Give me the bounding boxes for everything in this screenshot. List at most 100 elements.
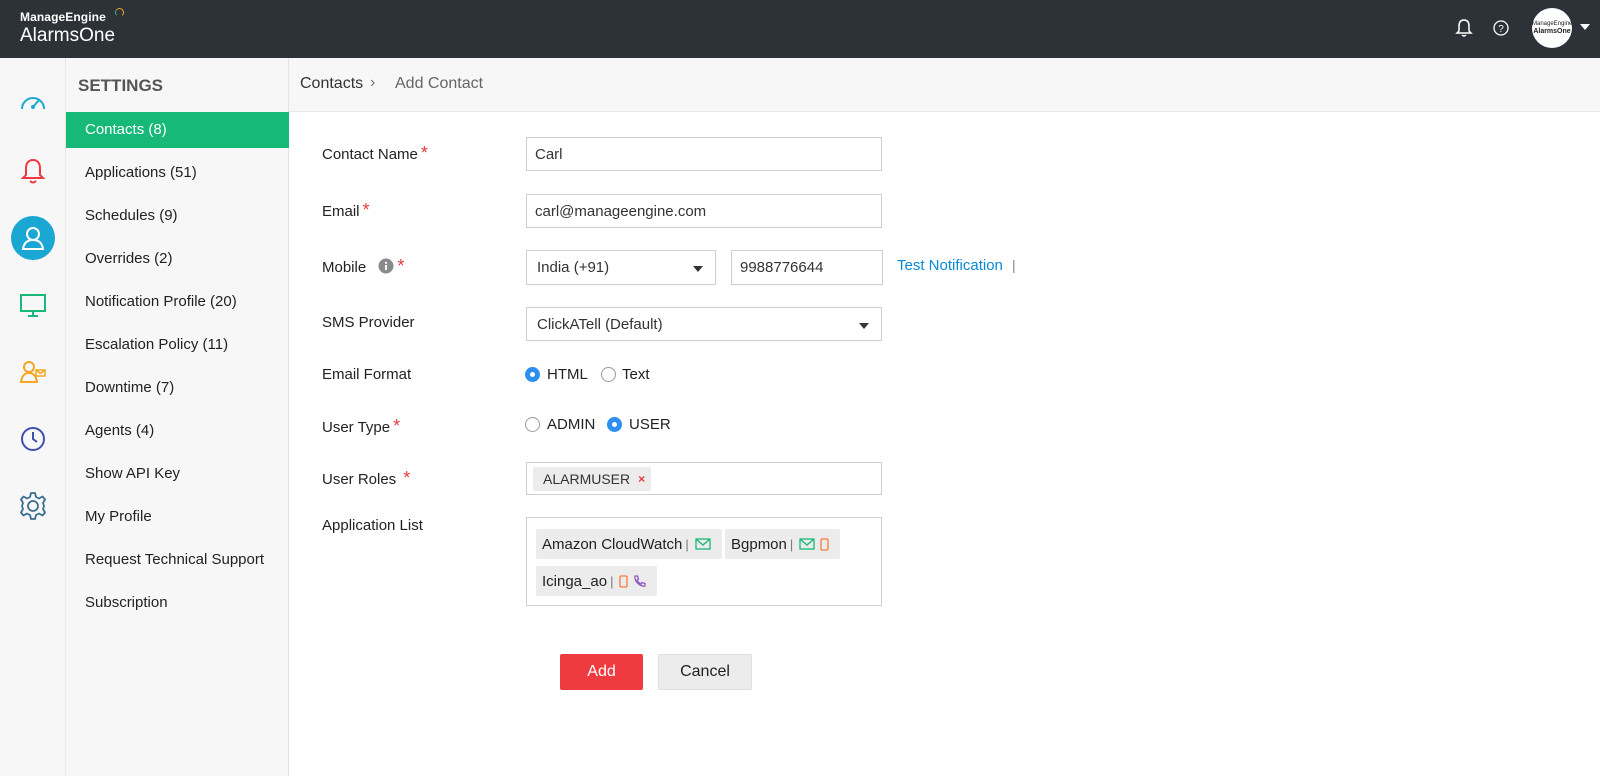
app-logo[interactable]: ManageEngine AlarmsOne: [20, 8, 125, 47]
cancel-button[interactable]: Cancel: [658, 654, 752, 690]
sidebar-item-overrides[interactable]: Overrides (2): [66, 241, 289, 277]
mobile-label-text: Mobile: [322, 259, 367, 276]
info-icon[interactable]: [378, 258, 394, 278]
chip-divider: |: [789, 536, 794, 552]
sidebar-item-downtime[interactable]: Downtime (7): [66, 370, 289, 406]
mobile-icon: [619, 574, 629, 588]
top-bar: ManageEngine AlarmsOne ? ManageEngine Al…: [0, 0, 1600, 58]
app-chip-name: Bgpmon: [731, 535, 787, 553]
logo-swirl-icon: [115, 8, 125, 17]
email-format-text-label[interactable]: Text: [622, 366, 650, 383]
chevron-down-icon: [693, 266, 703, 272]
chevron-down-icon: [859, 323, 869, 329]
sidebar-item-my-profile[interactable]: My Profile: [66, 499, 289, 535]
app-chip-bgpmon: Bgpmon |: [725, 529, 841, 559]
sidebar-item-contacts[interactable]: Contacts (8): [66, 112, 289, 148]
required-mark: *: [403, 468, 411, 488]
phone-icon: [634, 574, 647, 587]
required-mark: *: [420, 143, 428, 163]
user-roles-input[interactable]: ALARMUSER ×: [526, 462, 882, 495]
help-icon[interactable]: ?: [1490, 17, 1512, 39]
app-chip-icinga-ao: Icinga_ao |: [536, 566, 658, 596]
email-value: carl@manageengine.com: [535, 202, 707, 220]
dashboard-icon[interactable]: [11, 82, 55, 126]
svg-text:?: ?: [1498, 24, 1504, 35]
user-icon[interactable]: [11, 216, 55, 260]
email-format-label: Email Format: [322, 366, 412, 383]
user-type-admin-label[interactable]: ADMIN: [547, 416, 595, 433]
avatar[interactable]: ManageEngine AlarmsOne: [1532, 8, 1572, 48]
app-chip-name: Icinga_ao: [542, 572, 608, 590]
mobile-number-input[interactable]: 9988776644: [731, 250, 883, 285]
user-roles-label: User Roles *: [322, 468, 410, 489]
sidebar-item-show-api-key[interactable]: Show API Key: [66, 456, 289, 492]
country-code-select[interactable]: India (+91): [526, 250, 716, 285]
sidebar-title: SETTINGS: [78, 76, 164, 95]
breadcrumb-contacts-link[interactable]: Contacts: [300, 75, 363, 93]
logo-product: AlarmsOne: [20, 25, 116, 46]
test-notification-link[interactable]: Test Notification: [897, 257, 1003, 274]
account-caret-icon[interactable]: [1580, 24, 1590, 30]
mobile-icon: [820, 537, 829, 551]
add-button[interactable]: Add: [560, 654, 643, 690]
mobile-label: Mobile *: [322, 256, 404, 278]
email-icon: [799, 538, 815, 550]
sidebar-item-escalation-policy[interactable]: Escalation Policy (11): [66, 327, 289, 363]
settings-sidebar: SETTINGS Contacts (8) Applications (51) …: [66, 58, 289, 776]
role-tag-label: ALARMUSER: [543, 470, 631, 487]
user-roles-label-text: User Roles: [322, 471, 397, 488]
contact-name-input[interactable]: Carl: [526, 137, 882, 171]
breadcrumb-separator: ›: [370, 74, 376, 91]
users-icon[interactable]: [11, 350, 55, 394]
sidebar-item-schedules[interactable]: Schedules (9): [66, 198, 289, 234]
contact-name-label: Contact Name *: [322, 143, 428, 164]
user-type-label: User Type *: [322, 416, 400, 437]
logo-brand: ManageEngine: [20, 8, 125, 24]
email-icon: [695, 538, 711, 550]
sidebar-item-agents[interactable]: Agents (4): [66, 413, 289, 449]
app-chip-amazon-cloudwatch: Amazon CloudWatch |: [536, 529, 722, 559]
email-label-text: Email: [322, 203, 360, 220]
user-type-admin-radio[interactable]: [525, 417, 540, 432]
gear-icon[interactable]: [11, 484, 55, 528]
sms-provider-label: SMS Provider: [322, 314, 415, 331]
email-label: Email *: [322, 200, 370, 221]
country-code-value: India (+91): [537, 259, 610, 276]
notification-bell-icon[interactable]: [1453, 17, 1475, 39]
breadcrumb-current: Add Contact: [395, 75, 484, 92]
mobile-number-value: 9988776644: [740, 259, 824, 276]
avatar-brand: ManageEngine: [1532, 21, 1573, 27]
contact-name-label-text: Contact Name: [322, 146, 418, 163]
email-format-html-label[interactable]: HTML: [547, 366, 588, 383]
sms-provider-value: ClickATell (Default): [537, 315, 663, 333]
required-mark: *: [397, 256, 405, 276]
chip-divider: |: [685, 536, 689, 552]
clock-icon[interactable]: [11, 417, 55, 461]
application-list-label: Application List: [322, 517, 423, 534]
email-format-text-radio[interactable]: [601, 367, 616, 382]
alarm-bell-icon[interactable]: [11, 149, 55, 193]
monitor-icon[interactable]: [11, 283, 55, 327]
app-chip-name: Amazon CloudWatch: [542, 535, 683, 553]
chip-divider: |: [610, 573, 614, 589]
sms-provider-select[interactable]: ClickATell (Default): [526, 307, 882, 341]
user-type-user-radio[interactable]: [607, 417, 622, 432]
email-field[interactable]: carl@manageengine.com: [526, 194, 882, 228]
link-divider: |: [1012, 257, 1016, 273]
remove-tag-icon[interactable]: ×: [638, 472, 645, 486]
email-format-html-radio[interactable]: [525, 367, 540, 382]
sidebar-item-subscription[interactable]: Subscription: [66, 585, 289, 621]
sidebar-item-applications[interactable]: Applications (51): [66, 155, 289, 191]
avatar-product: AlarmsOne: [1533, 27, 1571, 35]
user-type-user-label[interactable]: USER: [629, 416, 671, 433]
breadcrumb: Contacts › Add Contact: [289, 58, 1600, 112]
sidebar-item-technical-support[interactable]: Request Technical Support: [66, 542, 289, 578]
required-mark: *: [362, 200, 370, 220]
contact-name-value: Carl: [535, 145, 563, 163]
required-mark: *: [393, 416, 401, 436]
user-type-label-text: User Type: [322, 419, 391, 436]
role-tag: ALARMUSER ×: [533, 466, 652, 491]
application-list-box[interactable]: Amazon CloudWatch | Bgpmon | Icinga_ao |: [526, 517, 882, 606]
sidebar-item-notification-profile[interactable]: Notification Profile (20): [66, 284, 289, 320]
icon-rail: [0, 58, 66, 776]
